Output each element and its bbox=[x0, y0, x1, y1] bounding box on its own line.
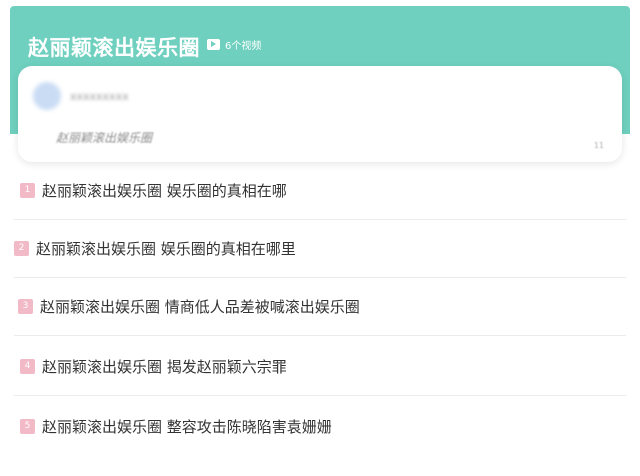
list-item-text[interactable]: 赵丽颖滚出娱乐圈 娱乐圈的真相在哪里 bbox=[36, 238, 296, 259]
username[interactable]: xxxxxxxxx bbox=[70, 90, 129, 103]
list-item[interactable]: 5 赵丽颖滚出娱乐圈 整容攻击陈晓陷害袁姗姗 bbox=[10, 398, 630, 456]
rank-badge: 5 bbox=[20, 419, 35, 434]
video-count-label: 6个视频 bbox=[225, 41, 262, 52]
video-count-badge[interactable]: 6个视频 bbox=[207, 37, 261, 52]
video-icon bbox=[207, 39, 220, 50]
featured-post-card[interactable]: xxxxxxxxx 赵丽颖滚出娱乐圈 11 bbox=[18, 66, 622, 162]
rank-badge: 3 bbox=[18, 299, 33, 314]
post-text: 赵丽颖滚出娱乐圈 bbox=[56, 131, 153, 145]
list-item[interactable]: 4 赵丽颖滚出娱乐圈 揭发赵丽颖六宗罪 bbox=[10, 338, 630, 396]
list-item[interactable]: 2 赵丽颖滚出娱乐圈 娱乐圈的真相在哪里 bbox=[10, 220, 630, 278]
avatar[interactable] bbox=[33, 82, 61, 110]
post-meta: 11 bbox=[593, 141, 604, 150]
list-item[interactable]: 1 赵丽颖滚出娱乐圈 娱乐圈的真相在哪 bbox=[10, 162, 630, 220]
rank-badge: 4 bbox=[20, 359, 35, 374]
list-item-text[interactable]: 赵丽颖滚出娱乐圈 娱乐圈的真相在哪 bbox=[42, 180, 287, 201]
divider bbox=[14, 395, 626, 396]
list-item-text[interactable]: 赵丽颖滚出娱乐圈 整容攻击陈晓陷害袁姗姗 bbox=[42, 416, 332, 437]
rank-badge: 2 bbox=[14, 241, 29, 256]
topic-title: 赵丽颖滚出娱乐圈 bbox=[28, 36, 200, 60]
list-item-text[interactable]: 赵丽颖滚出娱乐圈 揭发赵丽颖六宗罪 bbox=[42, 356, 287, 377]
list-item[interactable]: 3 赵丽颖滚出娱乐圈 情商低人品差被喊滚出娱乐圈 bbox=[10, 278, 630, 336]
divider bbox=[14, 335, 626, 336]
list-item-text[interactable]: 赵丽颖滚出娱乐圈 情商低人品差被喊滚出娱乐圈 bbox=[40, 296, 360, 317]
rank-badge: 1 bbox=[20, 183, 35, 198]
